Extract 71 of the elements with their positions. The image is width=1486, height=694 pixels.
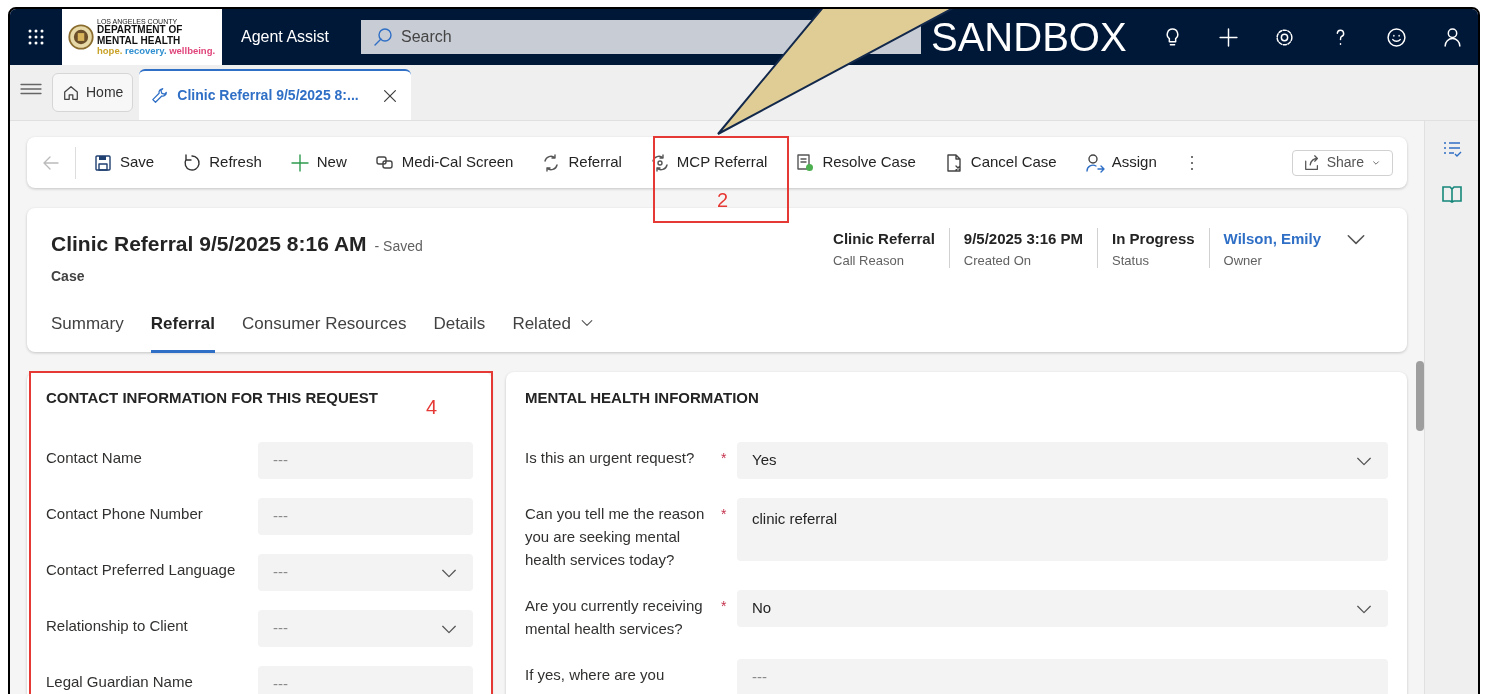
logo-tagline: hope. recovery. wellbeing. — [97, 46, 216, 57]
share-button[interactable]: Share — [1291, 149, 1393, 176]
document-check-icon — [795, 152, 816, 173]
field-label: Are you currently receiving mental health services? — [525, 596, 704, 639]
input-field[interactable]: clinic referral — [737, 498, 1388, 561]
toolbar-button[interactable]: MCP Referral — [646, 145, 771, 180]
field-label: Legal Guardian Name — [46, 672, 194, 692]
field-label: Contact Phone Number — [46, 504, 204, 524]
toolbar-button[interactable]: Refresh — [179, 145, 265, 180]
task-list-icon[interactable] — [1441, 139, 1462, 159]
session-tab[interactable]: Home — [52, 73, 134, 112]
section-title: CONTACT INFORMATION FOR THIS REQUEST — [46, 389, 378, 406]
toolbar-button[interactable]: Medi-Cal Screen — [371, 145, 517, 180]
user-icon[interactable] — [1442, 26, 1463, 48]
scrollbar[interactable] — [1416, 361, 1424, 431]
toolbar-button[interactable]: Save — [90, 145, 158, 180]
dropdown-field[interactable]: No — [737, 590, 1388, 627]
required-marker: * — [721, 506, 727, 522]
smiley-icon[interactable] — [1386, 26, 1407, 48]
seal-icon — [68, 24, 94, 50]
session-tab[interactable]: Clinic Referral 9/5/2025 8:... — [139, 69, 411, 120]
header-value: 9/5/2025 3:16 PM — [963, 229, 1084, 249]
environment-label: SANDBOX — [931, 17, 1128, 57]
toolbar-button[interactable]: Resolve Case — [792, 145, 919, 180]
cycle-icon — [649, 152, 670, 173]
book-icon[interactable] — [1441, 185, 1462, 203]
owner-link[interactable]: Wilson, Emily — [1223, 228, 1321, 251]
form-tab[interactable]: Summary — [51, 308, 124, 353]
field-label: Relationship to Client — [46, 616, 189, 636]
app-name: Agent Assist — [241, 27, 331, 47]
toolbar-button[interactable]: New — [286, 145, 350, 180]
refresh-icon — [182, 152, 203, 173]
logo-text: MENTAL HEALTH — [97, 35, 182, 47]
field-label: Can you tell me the reason you are seeking mental health services today? — [525, 504, 706, 570]
header-label: Owner — [1223, 251, 1263, 270]
header-label: Call Reason — [833, 251, 905, 270]
field-label: Is this an urgent request? — [525, 448, 696, 468]
required-marker: * — [721, 450, 727, 466]
section-title: MENTAL HEALTH INFORMATION — [525, 389, 759, 406]
save-icon — [93, 152, 113, 173]
field-label: Contact Name — [46, 448, 143, 468]
form-tab[interactable]: Related — [512, 308, 595, 353]
logo-text: DEPARTMENT OF — [97, 25, 184, 36]
home-icon — [62, 83, 80, 102]
header-label: Created On — [963, 251, 1033, 270]
step-number: 2 — [717, 189, 729, 211]
header-value: In Progress — [1112, 229, 1195, 249]
plus-icon — [289, 152, 310, 173]
form-tab[interactable]: Details — [433, 308, 486, 353]
search-icon — [373, 27, 393, 47]
settings-icon[interactable] — [1274, 26, 1295, 48]
toolbar-button[interactable]: Referral — [538, 145, 625, 180]
step-number: 4 — [426, 396, 438, 418]
save-status: - Saved — [374, 237, 423, 256]
dropdown-field[interactable]: Yes — [737, 442, 1388, 479]
header-label: Status — [1112, 251, 1150, 270]
form-tab[interactable]: Consumer Resources — [242, 308, 407, 353]
form-tab[interactable]: Referral — [150, 308, 215, 353]
assign-icon — [1084, 152, 1105, 173]
record-title: Clinic Referral 9/5/2025 8:16 AM — [51, 231, 367, 257]
header-value: Clinic Referral — [833, 229, 935, 249]
entity-name: Case — [51, 266, 86, 286]
toolbar-button[interactable]: Cancel Case — [940, 145, 1060, 180]
required-marker: * — [721, 598, 727, 614]
plus-icon[interactable] — [1218, 26, 1239, 48]
toolbar-button[interactable]: Assign — [1081, 145, 1160, 180]
app-launcher-icon[interactable] — [26, 27, 46, 47]
field-label: If yes, where are you — [525, 665, 666, 685]
wrench-icon — [151, 86, 170, 105]
field-label: Contact Preferred Language — [46, 560, 237, 580]
share-icon — [1302, 153, 1321, 172]
